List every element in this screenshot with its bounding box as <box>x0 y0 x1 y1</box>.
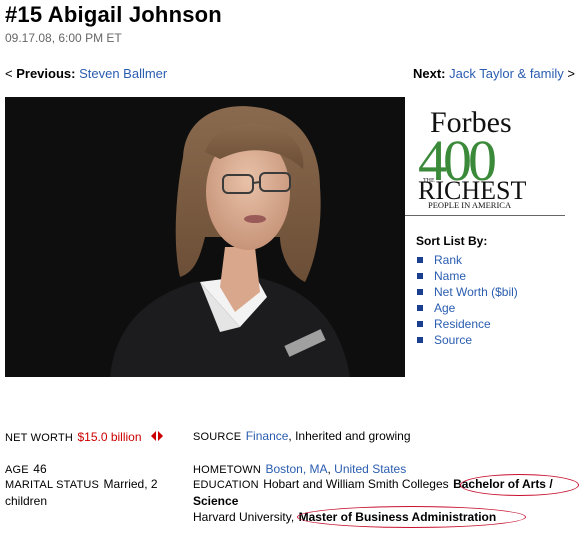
education-label: Education <box>193 479 259 491</box>
hometown-city-link[interactable]: Boston, MA <box>265 462 327 476</box>
net-worth-label: Net Worth <box>5 432 74 444</box>
sort-item-source[interactable]: Source <box>417 332 518 348</box>
sort-item-residence[interactable]: Residence <box>417 316 518 332</box>
sort-link-age[interactable]: Age <box>434 300 455 316</box>
sort-list-title: Sort List By: <box>416 234 488 248</box>
source-finance-link[interactable]: Finance <box>246 429 289 443</box>
sort-link-source[interactable]: Source <box>434 332 472 348</box>
education-school-2: Harvard University <box>193 510 291 524</box>
sort-link-residence[interactable]: Residence <box>434 316 491 332</box>
bullet-icon <box>417 273 423 279</box>
sort-item-name[interactable]: Name <box>417 268 518 284</box>
sort-item-age[interactable]: Age <box>417 300 518 316</box>
hometown-country-link[interactable]: United States <box>334 462 406 476</box>
sort-item-rank[interactable]: Rank <box>417 252 518 268</box>
age-label: Age <box>5 464 29 476</box>
previous-person-link[interactable]: Steven Ballmer <box>79 66 167 81</box>
next-nav: Next: Jack Taylor & family > <box>413 66 575 81</box>
bullet-icon <box>417 321 423 327</box>
prev-label: Previous: <box>16 66 76 81</box>
prev-arrow: < <box>5 66 17 81</box>
next-person-link[interactable]: Jack Taylor & family <box>449 66 564 81</box>
source-detail: , Inherited and growing <box>288 429 411 443</box>
bullet-icon <box>417 257 423 263</box>
bullet-icon <box>417 337 423 343</box>
source-label: Source <box>193 431 242 443</box>
publish-date: 09.17.08, 6:00 PM ET <box>5 31 122 45</box>
next-label: Next: <box>413 66 446 81</box>
net-worth-value: $15.0 billion <box>77 430 142 444</box>
logo-people-text: PEOPLE IN AMERICA <box>428 200 512 210</box>
forbes-400-logo: Forbes 400 THE RICHEST PEOPLE IN AMERICA <box>418 106 548 212</box>
profile-photo <box>5 97 405 377</box>
page-title: #15 Abigail Johnson <box>5 2 222 27</box>
education-degree-2: Master of Business Administration <box>298 510 497 524</box>
sort-link-rank[interactable]: Rank <box>434 252 462 268</box>
next-arrow: > <box>563 66 575 81</box>
marital-status-row: Marital Status Married, 2 children <box>5 476 180 509</box>
logo-divider <box>405 215 565 216</box>
net-worth-row: Net Worth $15.0 billion <box>5 428 164 446</box>
sort-item-net-worth[interactable]: Net Worth ($bil) <box>417 284 518 300</box>
bullet-icon <box>417 289 423 295</box>
education-row: Education Hobart and William Smith Colle… <box>193 477 553 524</box>
sort-link-net-worth[interactable]: Net Worth ($bil) <box>434 284 518 300</box>
sort-list: Rank Name Net Worth ($bil) Age Residence… <box>417 252 518 348</box>
sort-link-name[interactable]: Name <box>434 268 466 284</box>
marital-status-label: Marital Status <box>5 479 100 491</box>
education-school-1: Hobart and William Smith Colleges <box>263 477 449 491</box>
hometown-label: Hometown <box>193 464 262 476</box>
change-arrows-icon[interactable] <box>150 429 164 441</box>
bullet-icon <box>417 305 423 311</box>
source-row: Source Finance, Inherited and growing <box>193 427 411 445</box>
previous-nav: < Previous: Steven Ballmer <box>5 66 167 81</box>
age-value: 46 <box>33 462 47 476</box>
